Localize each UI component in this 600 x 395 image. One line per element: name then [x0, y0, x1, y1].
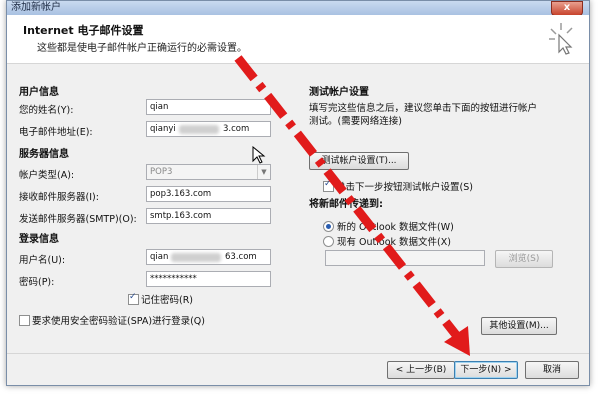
arrow-shaft [234, 55, 464, 343]
red-arrow-annotation [234, 55, 470, 356]
